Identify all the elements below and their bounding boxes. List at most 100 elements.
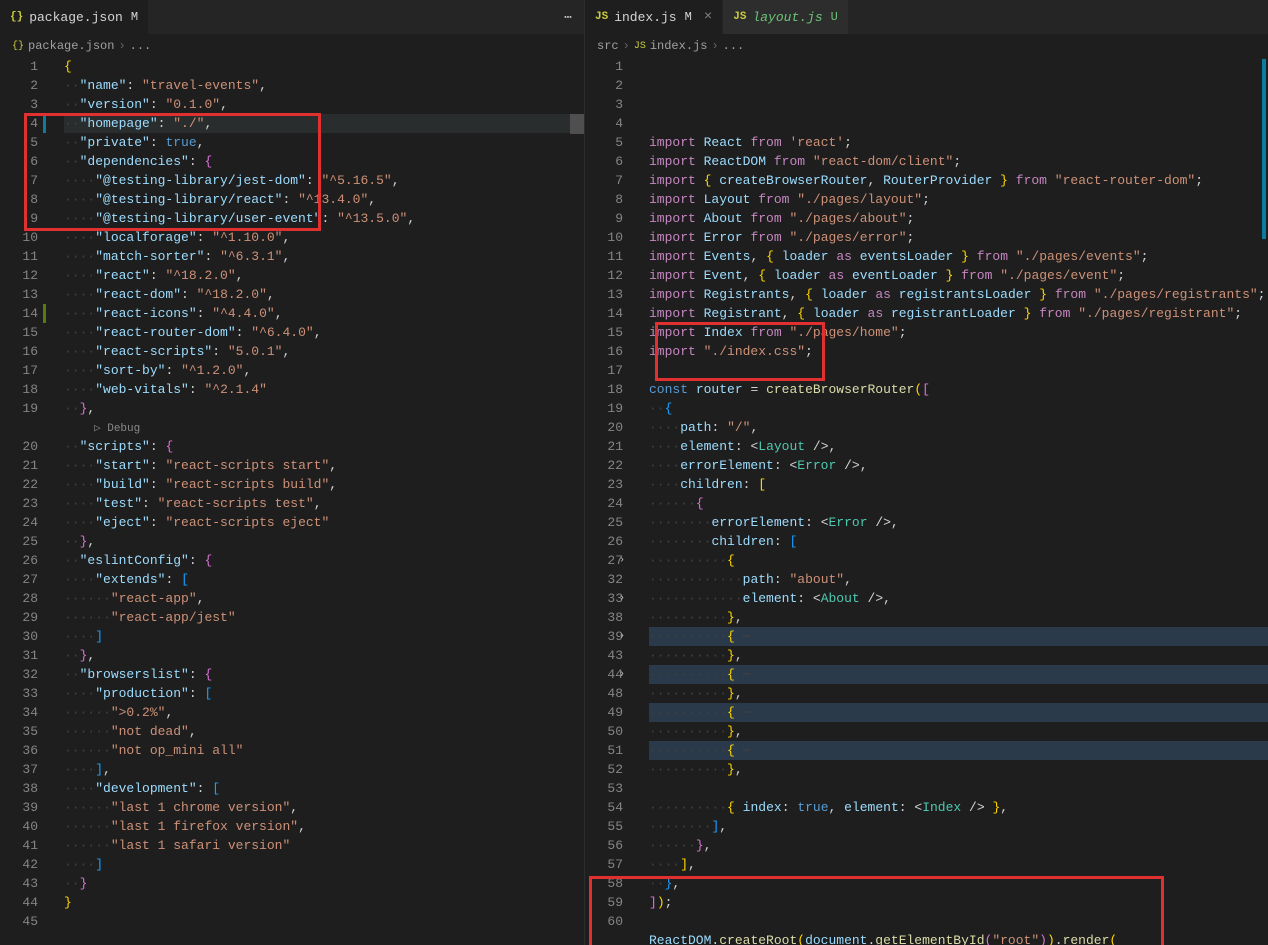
code-line[interactable]: ····errorElement: <Error />, bbox=[649, 456, 1268, 475]
code-line[interactable]: ··········}, bbox=[649, 760, 1268, 779]
code-line[interactable]: { bbox=[64, 57, 584, 76]
code-line[interactable]: ]); bbox=[649, 893, 1268, 912]
code-line[interactable]: ······"react-app/jest" bbox=[64, 608, 584, 627]
breadcrumb-item[interactable]: index.js bbox=[650, 39, 708, 53]
code-line[interactable]: ······"not dead", bbox=[64, 722, 584, 741]
code-line[interactable]: ··}, bbox=[64, 646, 584, 665]
code-line[interactable]: ··········{ ⋯ bbox=[649, 741, 1268, 760]
code-line[interactable]: ····"react-scripts": "5.0.1", bbox=[64, 342, 584, 361]
code-line[interactable]: ··········}, bbox=[649, 722, 1268, 741]
code-line[interactable]: ··"name": "travel-events", bbox=[64, 76, 584, 95]
code-line[interactable]: ············path: "about", bbox=[649, 570, 1268, 589]
code-line[interactable]: ······"last 1 firefox version", bbox=[64, 817, 584, 836]
fold-icon[interactable]: › bbox=[619, 589, 625, 608]
code-line[interactable]: ····element: <Layout />, bbox=[649, 437, 1268, 456]
code-line[interactable]: ····"start": "react-scripts start", bbox=[64, 456, 584, 475]
code-line[interactable]: ··········}, bbox=[649, 608, 1268, 627]
code-line[interactable]: ··········}, bbox=[649, 646, 1268, 665]
code-line[interactable]: ··} bbox=[64, 874, 584, 893]
code-line[interactable]: ··········}, bbox=[649, 684, 1268, 703]
code-line[interactable]: import Events, { loader as eventsLoader … bbox=[649, 247, 1268, 266]
code-line[interactable]: ····"@testing-library/react": "^13.4.0", bbox=[64, 190, 584, 209]
code-line[interactable]: ··"browserslist": { bbox=[64, 665, 584, 684]
code-content[interactable]: {··"name": "travel-events",··"version": … bbox=[50, 57, 584, 945]
code-line[interactable]: ····] bbox=[64, 855, 584, 874]
code-line[interactable] bbox=[64, 912, 584, 931]
code-line[interactable]: import About from "./pages/about"; bbox=[649, 209, 1268, 228]
code-line[interactable]: ······{ bbox=[649, 494, 1268, 513]
code-line[interactable]: ····"test": "react-scripts test", bbox=[64, 494, 584, 513]
code-line[interactable]: ········children: [ bbox=[649, 532, 1268, 551]
code-line[interactable]: ····"react": "^18.2.0", bbox=[64, 266, 584, 285]
breadcrumb-left[interactable]: {} package.json › ... bbox=[0, 35, 584, 57]
breadcrumb-right[interactable]: src › JS index.js › ... bbox=[585, 35, 1268, 57]
code-line[interactable] bbox=[649, 912, 1268, 931]
code-line[interactable]: ··"dependencies": { bbox=[64, 152, 584, 171]
code-line[interactable]: import Registrants, { loader as registra… bbox=[649, 285, 1268, 304]
code-line[interactable]: import "./index.css"; bbox=[649, 342, 1268, 361]
code-editor-left[interactable]: 1234567891011121314151617181920212223242… bbox=[0, 57, 584, 945]
code-line[interactable]: ··}, bbox=[649, 874, 1268, 893]
code-line[interactable]: ····"localforage": "^1.10.0", bbox=[64, 228, 584, 247]
code-line[interactable]: ····], bbox=[64, 760, 584, 779]
code-line[interactable]: ··"scripts": { bbox=[64, 437, 584, 456]
code-line[interactable]: ReactDOM.createRoot(document.getElementB… bbox=[649, 931, 1268, 945]
close-icon[interactable]: × bbox=[704, 9, 712, 25]
code-line[interactable]: import { createBrowserRouter, RouterProv… bbox=[649, 171, 1268, 190]
code-line[interactable]: ··········{ ⋯ bbox=[649, 703, 1268, 722]
code-content[interactable]: import React from 'react';import ReactDO… bbox=[635, 57, 1268, 945]
code-line[interactable]: ··········{ index: true, element: <Index… bbox=[649, 798, 1268, 817]
code-line[interactable]: ▷ Debug bbox=[64, 418, 584, 437]
code-line[interactable]: ····"eject": "react-scripts eject" bbox=[64, 513, 584, 532]
code-line[interactable]: ······}, bbox=[649, 836, 1268, 855]
code-line[interactable]: ····"sort-by": "^1.2.0", bbox=[64, 361, 584, 380]
code-line[interactable]: ············element: <About />, bbox=[649, 589, 1268, 608]
fold-icon[interactable]: › bbox=[619, 551, 625, 570]
code-line[interactable] bbox=[649, 779, 1268, 798]
code-line[interactable]: ····"production": [ bbox=[64, 684, 584, 703]
code-line[interactable]: import Error from "./pages/error"; bbox=[649, 228, 1268, 247]
code-line[interactable]: ··}, bbox=[64, 532, 584, 551]
code-line[interactable]: ··}, bbox=[64, 399, 584, 418]
code-line[interactable]: ······"react-app", bbox=[64, 589, 584, 608]
breadcrumb-item[interactable]: package.json bbox=[28, 39, 114, 53]
code-line[interactable]: ······">0.2%", bbox=[64, 703, 584, 722]
code-line[interactable]: ··"version": "0.1.0", bbox=[64, 95, 584, 114]
code-line[interactable]: ··········{ bbox=[649, 551, 1268, 570]
code-line[interactable]: ····"@testing-library/jest-dom": "^5.16.… bbox=[64, 171, 584, 190]
code-line[interactable]: ········], bbox=[649, 817, 1268, 836]
code-line[interactable]: ····"extends": [ bbox=[64, 570, 584, 589]
code-line[interactable]: import Layout from "./pages/layout"; bbox=[649, 190, 1268, 209]
code-line[interactable]: const router = createBrowserRouter([ bbox=[649, 380, 1268, 399]
code-line[interactable]: ··········{ ⋯ bbox=[649, 665, 1268, 684]
scrollbar-thumb[interactable] bbox=[570, 114, 584, 134]
code-line[interactable]: ····"@testing-library/user-event": "^13.… bbox=[64, 209, 584, 228]
tab-layout-js[interactable]: JSlayout.jsU bbox=[723, 0, 849, 34]
fold-icon[interactable]: › bbox=[619, 627, 625, 646]
code-line[interactable]: import React from 'react'; bbox=[649, 133, 1268, 152]
code-line[interactable]: } bbox=[64, 893, 584, 912]
code-line[interactable]: ··{ bbox=[649, 399, 1268, 418]
tab-actions[interactable]: ⋯ bbox=[564, 10, 584, 25]
code-line[interactable]: ··"private": true, bbox=[64, 133, 584, 152]
code-line[interactable]: ····], bbox=[649, 855, 1268, 874]
code-line[interactable]: ········errorElement: <Error />, bbox=[649, 513, 1268, 532]
code-line[interactable]: import Registrant, { loader as registran… bbox=[649, 304, 1268, 323]
code-line[interactable]: ····] bbox=[64, 627, 584, 646]
code-line[interactable]: import Index from "./pages/home"; bbox=[649, 323, 1268, 342]
code-line[interactable]: ····"web-vitals": "^2.1.4" bbox=[64, 380, 584, 399]
code-line[interactable]: ··"eslintConfig": { bbox=[64, 551, 584, 570]
fold-icon[interactable]: › bbox=[619, 665, 625, 684]
code-editor-right[interactable]: 1234567891011121314151617181920212223242… bbox=[585, 57, 1268, 945]
code-line[interactable]: ····"react-icons": "^4.4.0", bbox=[64, 304, 584, 323]
breadcrumb-item[interactable]: src bbox=[597, 39, 619, 53]
code-line[interactable]: ··········{ ⋯ bbox=[649, 627, 1268, 646]
code-line[interactable]: ····"react-dom": "^18.2.0", bbox=[64, 285, 584, 304]
code-line[interactable]: import ReactDOM from "react-dom/client"; bbox=[649, 152, 1268, 171]
code-line[interactable]: ····"build": "react-scripts build", bbox=[64, 475, 584, 494]
code-line[interactable]: ······"not op_mini all" bbox=[64, 741, 584, 760]
code-line[interactable]: ····"development": [ bbox=[64, 779, 584, 798]
code-line[interactable]: ······"last 1 chrome version", bbox=[64, 798, 584, 817]
code-line[interactable]: ····children: [ bbox=[649, 475, 1268, 494]
breadcrumb-item[interactable]: ... bbox=[130, 39, 152, 53]
